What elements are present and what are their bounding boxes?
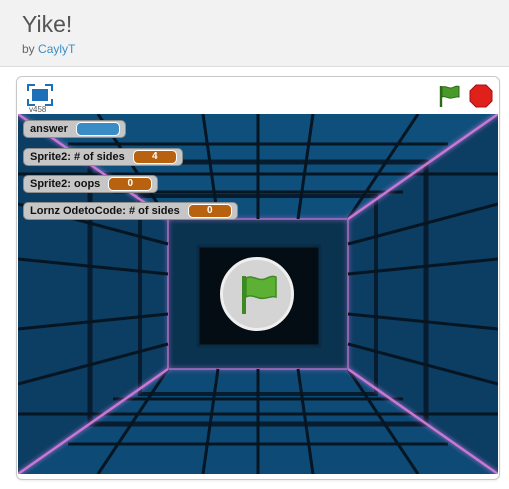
start-overlay-button[interactable]	[220, 257, 294, 331]
monitor-label: Lornz OdetoCode: # of sides	[30, 205, 180, 217]
stop-icon	[469, 84, 493, 108]
version-label: v458	[29, 105, 47, 114]
green-flag-button[interactable]	[437, 84, 461, 108]
monitor-value: 4	[132, 150, 177, 164]
green-flag-icon	[242, 275, 277, 314]
green-flag-icon	[439, 85, 460, 107]
fullscreen-button[interactable]	[27, 84, 53, 106]
monitor-sprite2-sides[interactable]: Sprite2: # of sides 4	[23, 148, 183, 166]
player-toolbar: v458	[17, 77, 499, 115]
monitor-value: 0	[187, 204, 232, 218]
monitor-answer[interactable]: answer	[23, 120, 126, 138]
monitor-label: Sprite2: oops	[30, 178, 101, 190]
project-title: Yike!	[22, 11, 73, 37]
by-label: by	[22, 42, 35, 56]
monitor-label: answer	[30, 123, 68, 135]
monitor-lornz-sides[interactable]: Lornz OdetoCode: # of sides 0	[23, 202, 238, 220]
stage[interactable]: answer Sprite2: # of sides 4 Sprite2: oo…	[18, 114, 498, 474]
fullscreen-icon	[27, 84, 53, 106]
stop-button[interactable]	[469, 84, 493, 108]
monitor-label: Sprite2: # of sides	[30, 151, 125, 163]
project-header: Yike! by CaylyT	[0, 0, 509, 66]
author-link[interactable]: CaylyT	[38, 42, 75, 56]
project-byline: by CaylyT	[22, 42, 75, 56]
monitor-sprite2-oops[interactable]: Sprite2: oops 0	[23, 175, 159, 193]
project-page: Yike! by CaylyT v458 answer Sprite2: # o…	[0, 0, 509, 489]
monitor-value	[75, 122, 120, 136]
monitor-value: 0	[108, 177, 153, 191]
